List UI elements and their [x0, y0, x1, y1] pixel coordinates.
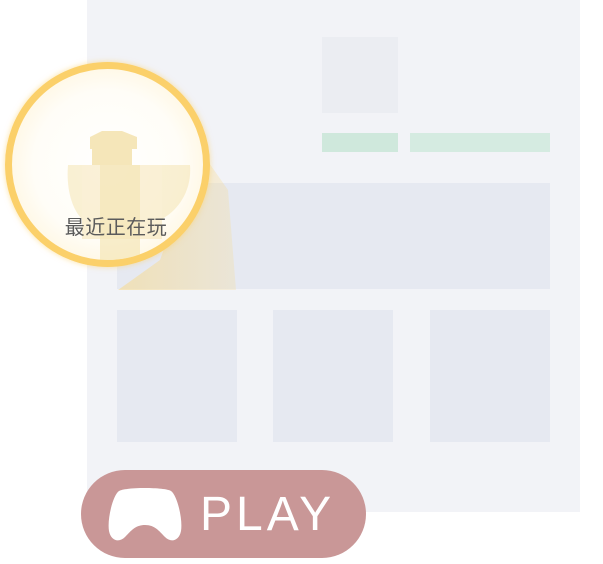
game-card-placeholder[interactable] — [430, 310, 550, 442]
thumbnail-placeholder — [322, 37, 398, 113]
tag-placeholder-long — [410, 133, 550, 152]
game-card-placeholder[interactable] — [117, 310, 237, 442]
play-label[interactable]: PLAY — [200, 480, 335, 550]
recently-playing-label: 最近正在玩 — [64, 215, 168, 239]
game-card-placeholder[interactable] — [273, 310, 393, 442]
tag-placeholder-short — [322, 133, 398, 152]
gamepad-icon — [108, 488, 182, 541]
